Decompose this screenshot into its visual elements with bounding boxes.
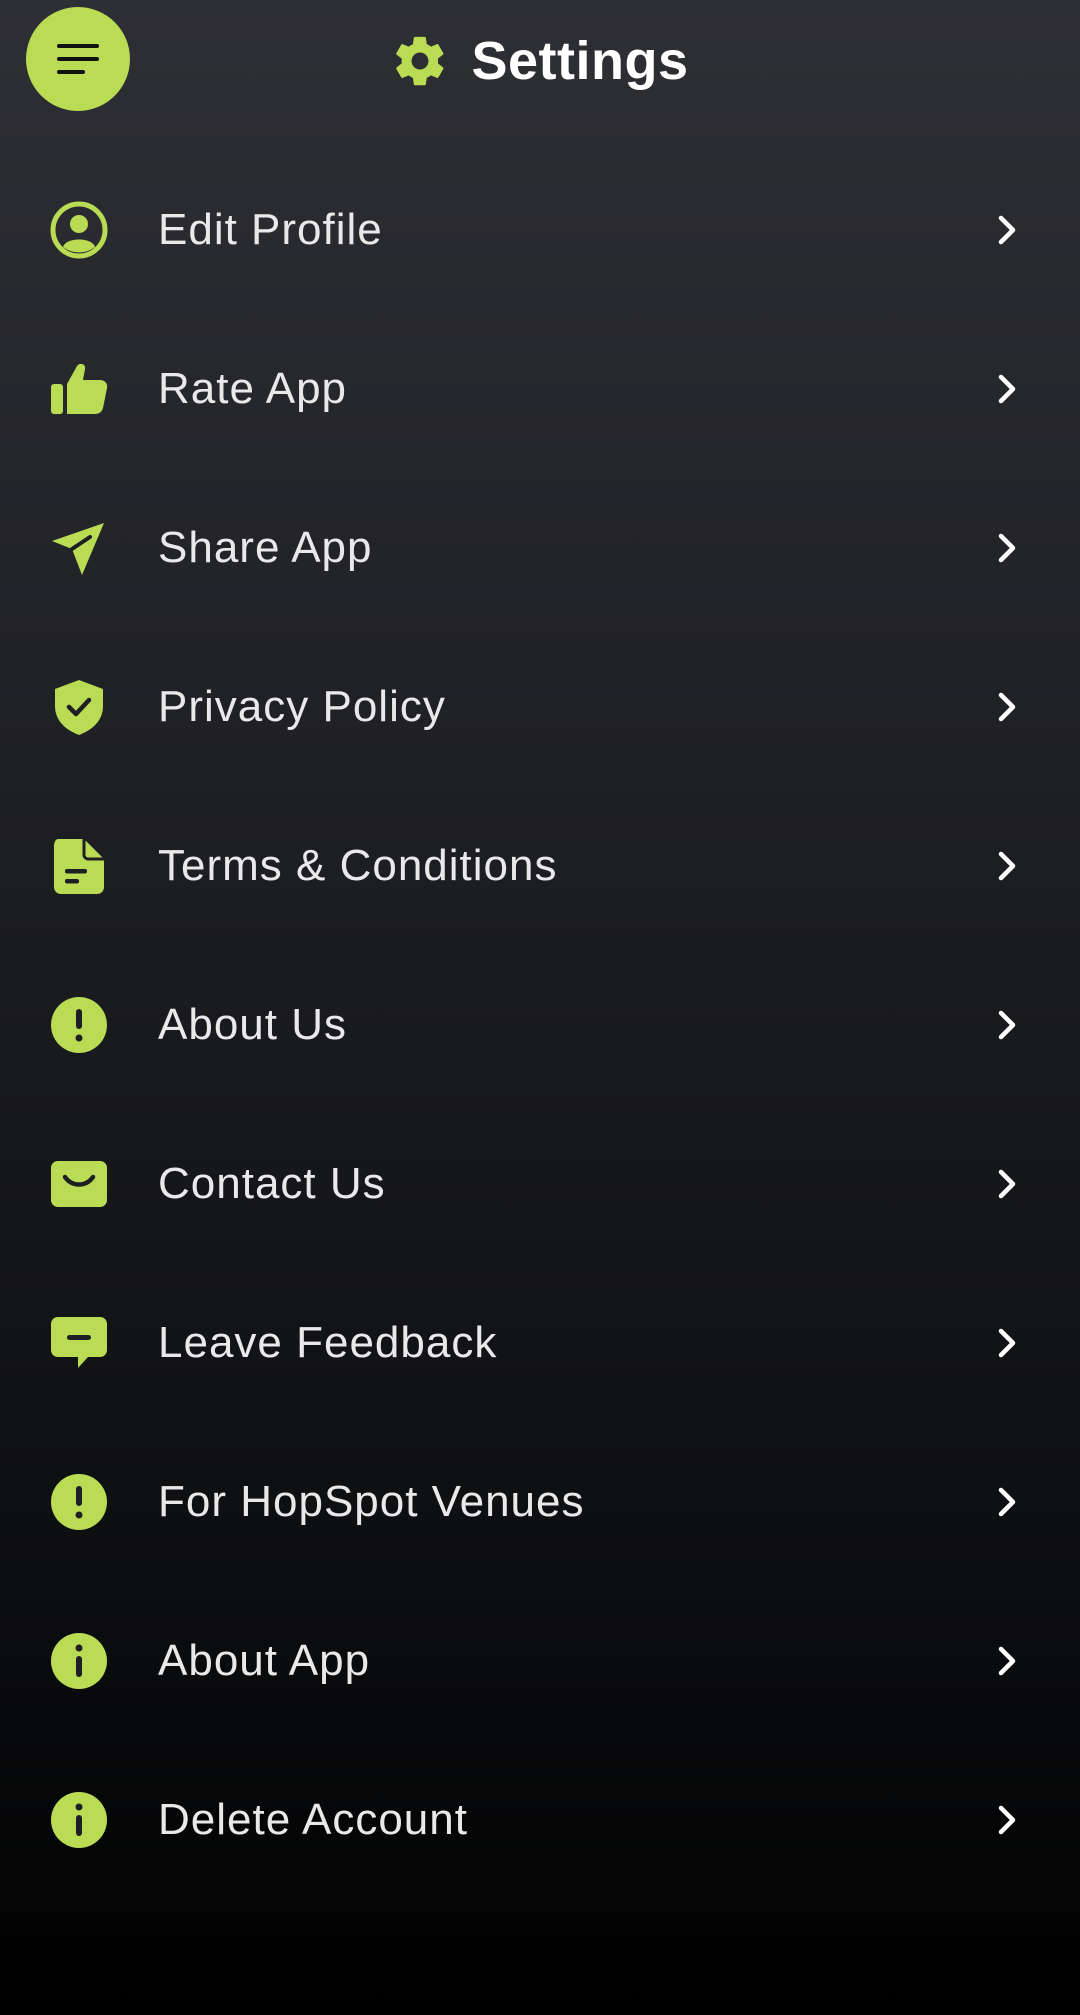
info-circle-icon (50, 1791, 108, 1849)
exclamation-circle-icon (50, 1473, 108, 1531)
header: Settings (0, 0, 1080, 120)
chevron-right-icon (998, 533, 1016, 562)
settings-item-label: Edit Profile (158, 204, 383, 254)
chevron-right-icon (998, 1805, 1016, 1834)
settings-item-leave-feedback[interactable]: Leave Feedback (0, 1263, 1080, 1422)
chevron-right-icon (998, 692, 1016, 721)
chevron-right-icon (998, 1169, 1016, 1198)
gear-icon (396, 36, 444, 86)
chevron-right-icon (998, 215, 1016, 244)
chevron-right-icon (998, 374, 1016, 403)
document-icon (50, 837, 108, 895)
title-bar: Settings (0, 30, 1080, 92)
settings-item-contact-us[interactable]: Contact Us (0, 1104, 1080, 1263)
settings-item-label: For HopSpot Venues (158, 1476, 585, 1526)
settings-item-rate-app[interactable]: Rate App (0, 309, 1080, 468)
settings-item-share-app[interactable]: Share App (0, 468, 1080, 627)
mail-icon (50, 1155, 108, 1213)
settings-item-delete-account[interactable]: Delete Account (0, 1740, 1080, 1899)
chevron-right-icon (998, 1328, 1016, 1357)
settings-item-label: Delete Account (158, 1794, 468, 1844)
exclamation-circle-icon (50, 996, 108, 1054)
shield-check-icon (50, 678, 108, 736)
chevron-right-icon (998, 1487, 1016, 1516)
page-title: Settings (471, 31, 689, 91)
chat-icon (50, 1314, 108, 1372)
settings-item-label: Contact Us (158, 1158, 386, 1208)
settings-item-label: Privacy Policy (158, 681, 446, 731)
settings-item-hopspot-venues[interactable]: For HopSpot Venues (0, 1422, 1080, 1581)
settings-item-about-us[interactable]: About Us (0, 945, 1080, 1104)
settings-item-label: Terms & Conditions (158, 840, 558, 890)
thumbs-up-icon (50, 360, 108, 418)
chevron-right-icon (998, 1010, 1016, 1039)
info-circle-icon (50, 1632, 108, 1690)
chevron-right-icon (998, 851, 1016, 880)
settings-item-edit-profile[interactable]: Edit Profile (0, 150, 1080, 309)
settings-list: Edit Profile Rate App Share App Privacy … (0, 150, 1080, 1899)
settings-item-terms-conditions[interactable]: Terms & Conditions (0, 786, 1080, 945)
user-circle-icon (50, 201, 108, 259)
send-icon (50, 519, 108, 577)
chevron-right-icon (998, 1646, 1016, 1675)
settings-item-about-app[interactable]: About App (0, 1581, 1080, 1740)
settings-item-label: About App (158, 1635, 371, 1685)
settings-item-privacy-policy[interactable]: Privacy Policy (0, 627, 1080, 786)
settings-item-label: Share App (158, 522, 373, 572)
settings-item-label: About Us (158, 999, 347, 1049)
settings-item-label: Rate App (158, 363, 348, 413)
settings-item-label: Leave Feedback (158, 1317, 498, 1367)
